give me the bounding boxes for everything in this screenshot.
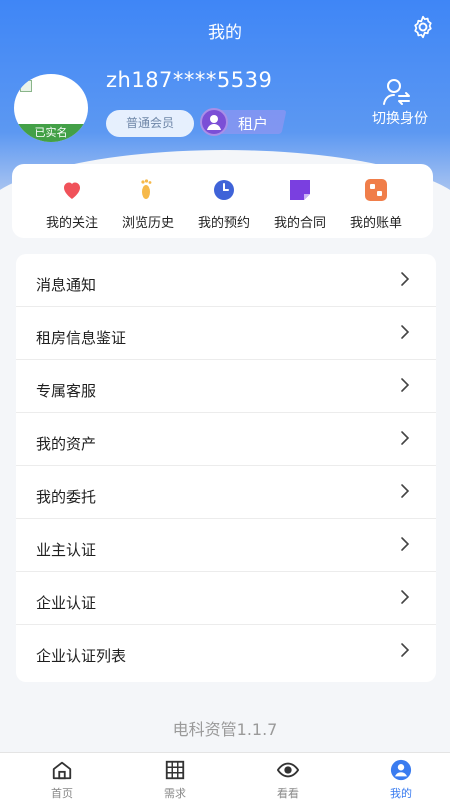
quick-action-label: 我的合同 [273, 216, 326, 231]
settings-button[interactable] [410, 14, 436, 40]
menu-item-commissions[interactable]: 我的委托 [16, 466, 436, 519]
tab-browse[interactable]: 看看 [243, 757, 333, 800]
eye-icon [277, 762, 299, 778]
menu-item-enterprise-certification[interactable]: 企业认证 [16, 572, 436, 625]
chevron-right-icon [401, 643, 410, 657]
tab-demand[interactable]: 需求 [130, 757, 220, 800]
quick-action-bill[interactable]: 我的账单 [338, 174, 414, 234]
chevron-right-icon [401, 484, 410, 498]
quick-action-history[interactable]: 浏览历史 [110, 174, 186, 234]
footprint-icon [141, 179, 152, 199]
top-bar: 我的 [0, 0, 450, 60]
tab-home[interactable]: 首页 [17, 757, 107, 800]
switch-identity-label: 切换身份 [372, 111, 428, 127]
role-badge: 租户 [200, 108, 287, 136]
person-icon [200, 108, 228, 136]
quick-action-label: 我的预约 [197, 216, 250, 231]
member-level-badge: 普通会员 [106, 110, 194, 137]
role-label: 租户 [238, 115, 269, 133]
contract-icon [290, 180, 310, 200]
chevron-right-icon [401, 378, 410, 392]
grid-icon [165, 760, 185, 780]
menu-list: 消息通知 租房信息鉴证 专属客服 我的资产 我的委托 业主认证 企业认证 企业认… [16, 254, 436, 682]
avatar-image-placeholder [20, 80, 32, 92]
avatar[interactable]: 已实名 [14, 74, 88, 142]
menu-item-label: 租房信息鉴证 [36, 329, 127, 347]
page-title: 我的 [208, 23, 242, 43]
bill-icon [365, 179, 387, 201]
user-icon [390, 759, 412, 781]
verified-badge: 已实名 [14, 124, 88, 142]
menu-item-enterprise-certification-list[interactable]: 企业认证列表 [16, 625, 436, 678]
menu-item-owner-certification[interactable]: 业主认证 [16, 519, 436, 572]
tab-label: 看看 [277, 787, 299, 800]
menu-item-label: 我的资产 [36, 435, 97, 453]
menu-item-label: 消息通知 [36, 276, 97, 294]
gear-icon [414, 15, 432, 39]
menu-item-label: 企业认证 [36, 594, 97, 612]
chevron-right-icon [401, 272, 410, 286]
menu-item-label: 企业认证列表 [36, 647, 127, 665]
quick-action-label: 浏览历史 [121, 216, 174, 231]
app-version: 电科资管1.1.7 [172, 720, 278, 739]
menu-item-label: 专属客服 [36, 382, 97, 400]
chevron-right-icon [401, 325, 410, 339]
bottom-tab-bar: 首页 需求 看看 我的 [0, 752, 450, 800]
tab-label: 需求 [164, 787, 186, 800]
menu-item-label: 我的委托 [36, 488, 97, 506]
menu-item-customer-service[interactable]: 专属客服 [16, 360, 436, 413]
chevron-right-icon [401, 590, 410, 604]
menu-item-notifications[interactable]: 消息通知 [16, 254, 436, 307]
quick-action-label: 我的关注 [45, 216, 98, 231]
quick-actions-card: 我的关注 浏览历史 我的预约 我的合同 我的账单 [12, 164, 433, 238]
quick-action-label: 我的账单 [349, 216, 402, 231]
quick-action-appointment[interactable]: 我的预约 [186, 174, 262, 234]
quick-action-follow[interactable]: 我的关注 [34, 174, 110, 234]
username: zh187****5539 [106, 68, 273, 92]
quick-action-contract[interactable]: 我的合同 [262, 174, 338, 234]
menu-item-rental-verification[interactable]: 租房信息鉴证 [16, 307, 436, 360]
heart-icon [64, 182, 80, 199]
switch-user-icon [383, 79, 410, 105]
menu-item-assets[interactable]: 我的资产 [16, 413, 436, 466]
switch-identity-button[interactable]: 切换身份 [360, 78, 440, 128]
clock-icon [214, 180, 234, 200]
tab-label: 首页 [51, 787, 73, 800]
chevron-right-icon [401, 431, 410, 445]
home-icon [52, 761, 72, 780]
chevron-right-icon [401, 537, 410, 551]
tab-mine[interactable]: 我的 [356, 757, 446, 800]
tab-label: 我的 [390, 787, 412, 800]
menu-item-label: 业主认证 [36, 541, 97, 559]
